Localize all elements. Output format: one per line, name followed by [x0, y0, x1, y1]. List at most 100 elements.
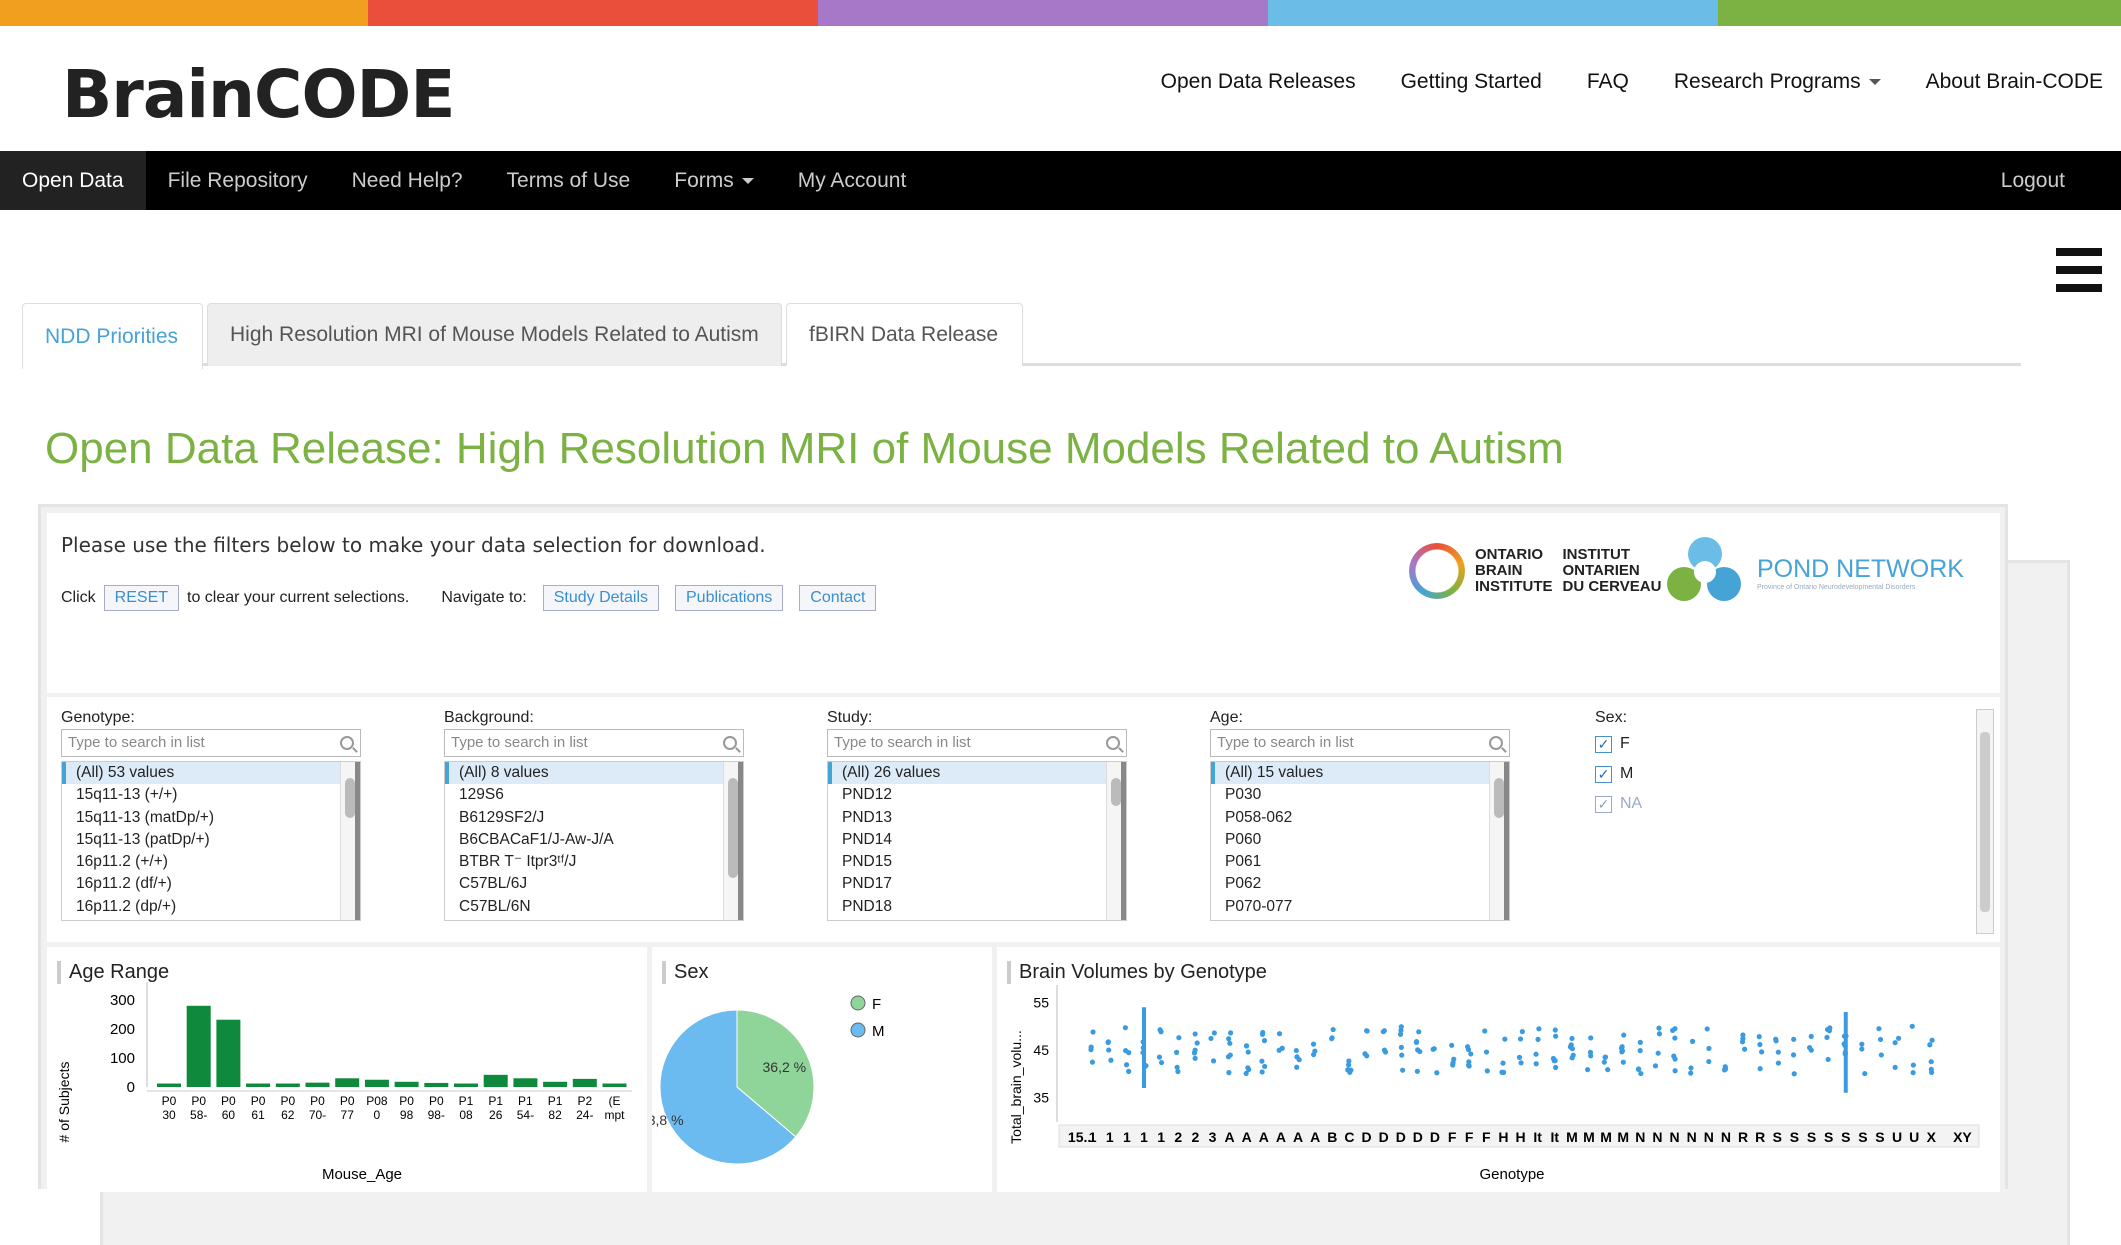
sex-checkbox-na[interactable]: ✓ NA [1595, 795, 1642, 813]
color-segment [1268, 0, 1718, 26]
obi-logo[interactable]: ONTARIO BRAIN INSTITUTE INSTITUT ONTARIEN DU… [1409, 543, 1661, 599]
scatter-point [1399, 1052, 1405, 1058]
scatter-point [1569, 1046, 1575, 1052]
list-item[interactable]: C57BL/6N [445, 896, 743, 918]
brain-code-logo[interactable]: Brain-CODE [62, 52, 2070, 1245]
x-tick-label: M [1583, 1129, 1595, 1145]
list-item[interactable]: BTBR T⁻ Itpr3ᵗᶠ/J [445, 851, 743, 873]
sex-checkbox-m[interactable]: ✓ M [1595, 765, 1642, 783]
list-item[interactable]: P070-077 [1211, 896, 1509, 918]
age-search-input[interactable]: Type to search in list [1210, 729, 1510, 757]
list-item[interactable]: PND12 [828, 784, 1126, 806]
nav-my-account[interactable]: My Account [776, 151, 929, 210]
scatter-point [1929, 1037, 1935, 1043]
list-item[interactable]: PND17 [828, 873, 1126, 895]
list-item[interactable]: PND13 [828, 807, 1126, 829]
scatter-point [1620, 1059, 1626, 1065]
logout-link[interactable]: Logout [2001, 151, 2065, 210]
nav-need-help[interactable]: Need Help? [330, 151, 485, 210]
background-search-input[interactable]: Type to search in list [444, 729, 744, 757]
scatter-point [1588, 1035, 1594, 1041]
scatter-point [1259, 1031, 1266, 1037]
top-menu-about[interactable]: About Brain-CODE [1926, 70, 2103, 94]
scatter-point [1502, 1036, 1508, 1042]
scatter-point [1293, 1047, 1299, 1054]
list-item[interactable]: PND18 [828, 896, 1126, 918]
list-item[interactable]: P060 [1211, 829, 1509, 851]
top-menu-open-data-releases[interactable]: Open Data Releases [1161, 70, 1356, 94]
logo-text-code: CODE [254, 56, 455, 133]
list-item[interactable]: P062 [1211, 873, 1509, 895]
list-item[interactable]: (All) 26 values [828, 762, 1126, 785]
contact-button[interactable]: Contact [799, 585, 877, 611]
study-filter: Study: Type to search in list (All) 26 v… [827, 709, 1127, 921]
study-list[interactable]: (All) 26 values PND12 PND13 PND14 PND15 … [827, 761, 1127, 921]
color-segment [1718, 0, 2121, 26]
scatter-point [1414, 1068, 1420, 1074]
age-list[interactable]: (All) 15 values P030 P058-062 P060 P061 … [1210, 761, 1510, 921]
list-item[interactable]: (All) 53 values [62, 762, 360, 785]
scatter-point [1174, 1049, 1180, 1055]
reset-button[interactable]: RESET [103, 585, 180, 611]
page-title: Open Data Release: High Resolution MRI o… [45, 424, 1564, 473]
list-item[interactable]: B6129SF2/J [445, 807, 743, 829]
scatter-point [1208, 1035, 1214, 1042]
nav-forms[interactable]: Forms [652, 151, 776, 210]
scatter-point [1451, 1056, 1457, 1062]
bar [483, 1074, 508, 1087]
list-item[interactable]: 15q11-13 (matDp/+) [62, 807, 360, 829]
list-item[interactable]: PND15 [828, 851, 1126, 873]
nav-terms-of-use[interactable]: Terms of Use [485, 151, 653, 210]
scatter-point [1192, 1055, 1198, 1061]
publications-button[interactable]: Publications [675, 585, 784, 611]
x-tick-label: P1 [548, 1094, 563, 1108]
x-tick-label: S [1824, 1129, 1833, 1145]
obi-ring-icon [1409, 543, 1465, 599]
scatter-point [1156, 1054, 1163, 1060]
tab-fbirn[interactable]: fBIRN Data Release [786, 303, 1023, 366]
list-item[interactable]: PND14 [828, 829, 1126, 851]
list-item[interactable]: 16p11.2 (dp/+) [62, 896, 360, 918]
hamburger-menu-icon[interactable] [2056, 248, 2102, 294]
tab-ndd-priorities[interactable]: NDD Priorities [22, 303, 203, 369]
list-item[interactable]: 15q11-13 (patDp/+) [62, 829, 360, 851]
genotype-search-input[interactable]: Type to search in list [61, 729, 361, 757]
list-item[interactable]: 129S6 [445, 784, 743, 806]
filters-scrollbar[interactable] [1976, 709, 1994, 934]
background-list[interactable]: (All) 8 values 129S6 B6129SF2/J B6CBACaF… [444, 761, 744, 921]
top-menu-research-programs[interactable]: Research Programs [1674, 70, 1881, 94]
scatter-point [1536, 1026, 1542, 1032]
study-details-button[interactable]: Study Details [542, 585, 659, 611]
study-search-input[interactable]: Type to search in list [827, 729, 1127, 757]
list-item[interactable]: P030 [1211, 784, 1509, 806]
release-tabs: NDD Priorities High Resolution MRI of Mo… [22, 303, 2021, 369]
top-menu-faq[interactable]: FAQ [1587, 70, 1629, 94]
list-item[interactable]: 16p11.2 (+/+) [62, 851, 360, 873]
nav-file-repository[interactable]: File Repository [146, 151, 330, 210]
research-programs-label: Research Programs [1673, 70, 1861, 93]
x-tick-label: D [1379, 1129, 1389, 1145]
list-item[interactable]: P061 [1211, 851, 1509, 873]
list-item[interactable]: C57BL/6J [445, 873, 743, 895]
scatter-point [1519, 1029, 1525, 1035]
pond-logo[interactable]: POND NETWORK Province of Ontario Neurode… [1667, 537, 1964, 609]
sex-checkbox-f[interactable]: ✓ F [1595, 735, 1642, 753]
x-tick-label: D [1361, 1129, 1371, 1145]
list-item[interactable]: P058-062 [1211, 807, 1509, 829]
tab-mouse-mri[interactable]: High Resolution MRI of Mouse Models Rela… [207, 303, 782, 366]
list-item[interactable]: 15q11-13 (+/+) [62, 784, 360, 806]
list-item[interactable]: (All) 15 values [1211, 762, 1509, 785]
top-menu-getting-started[interactable]: Getting Started [1401, 70, 1542, 94]
list-item[interactable]: (All) 8 values [445, 762, 743, 785]
bar [305, 1082, 330, 1087]
scatter-point [1862, 1070, 1868, 1077]
list-item[interactable]: 16p11.2 (df/+) [62, 873, 360, 895]
nav-open-data[interactable]: Open Data [0, 151, 146, 210]
scatter-point [1416, 1029, 1422, 1035]
scatter-point [1910, 1062, 1916, 1068]
legend-swatch [850, 995, 866, 1011]
list-item[interactable]: B6CBACaF1/J-Aw-J/A [445, 829, 743, 851]
genotype-list[interactable]: (All) 53 values 15q11-13 (+/+) 15q11-13 … [61, 761, 361, 921]
x-tick-label: 1 [1140, 1129, 1148, 1145]
scatter-point [1259, 1058, 1265, 1064]
